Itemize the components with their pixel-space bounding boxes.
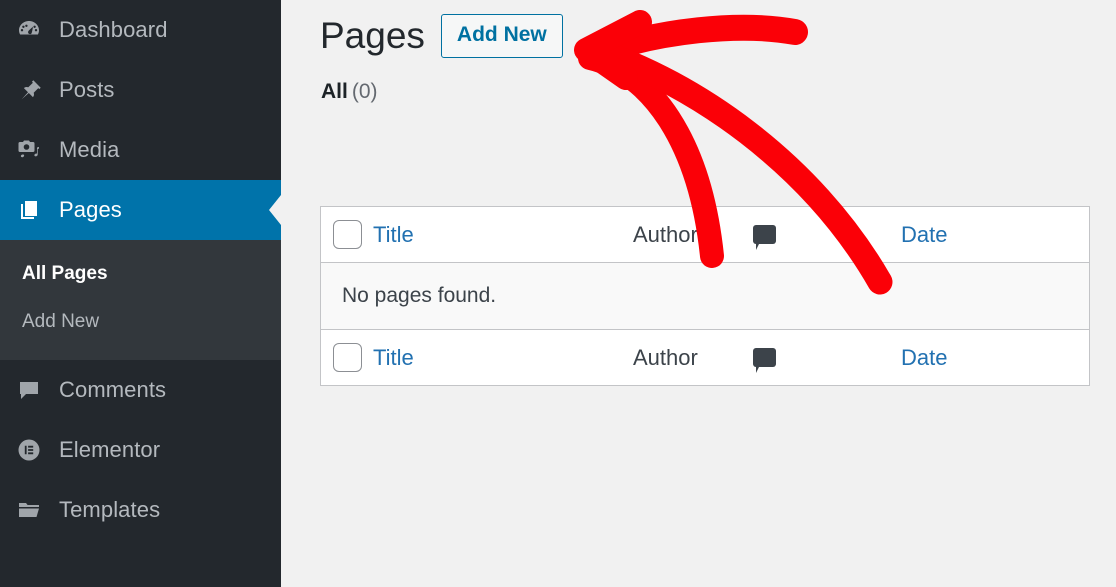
column-footer-author[interactable]: Author xyxy=(633,345,753,371)
sidebar-item-label: Comments xyxy=(59,377,167,402)
submenu-item-add-new[interactable]: Add New xyxy=(0,298,281,346)
select-all-checkbox-cell xyxy=(321,220,373,249)
sidebar-item-dashboard[interactable]: Dashboard xyxy=(0,0,281,60)
admin-sidebar: Dashboard Posts Media Pages All Pages Ad… xyxy=(0,0,281,587)
pushpin-icon xyxy=(17,78,41,102)
column-footer-comments[interactable] xyxy=(753,348,901,373)
folder-icon xyxy=(17,498,41,522)
table-footer-row: Title Author Date xyxy=(321,329,1089,385)
add-new-button[interactable]: Add New xyxy=(440,14,563,59)
column-header-date[interactable]: Date xyxy=(901,222,1089,248)
sidebar-item-label: Dashboard xyxy=(59,17,168,42)
sidebar-item-posts[interactable]: Posts xyxy=(0,60,281,120)
sidebar-item-media[interactable]: Media xyxy=(0,120,281,180)
pages-submenu: All Pages Add New xyxy=(0,240,281,360)
column-footer-title[interactable]: Title xyxy=(373,345,633,371)
table-header-row: Title Author Date xyxy=(321,207,1089,263)
select-all-checkbox-footer[interactable] xyxy=(332,343,362,372)
elementor-logo-icon xyxy=(17,438,41,462)
page-title: Pages xyxy=(320,15,425,56)
active-menu-arrow-icon xyxy=(269,195,281,225)
dashboard-gauge-icon xyxy=(17,18,41,42)
column-header-author[interactable]: Author xyxy=(633,222,753,248)
filter-all[interactable]: All xyxy=(321,80,348,103)
no-results-row: No pages found. xyxy=(321,263,1089,329)
camera-music-icon xyxy=(17,138,41,162)
sidebar-item-label: Pages xyxy=(59,197,122,222)
column-footer-date[interactable]: Date xyxy=(901,345,1089,371)
sidebar-item-comments[interactable]: Comments xyxy=(0,360,281,420)
comment-bubble-icon xyxy=(17,378,41,402)
comment-bubble-icon[interactable] xyxy=(753,225,776,250)
select-all-checkbox[interactable] xyxy=(332,220,362,249)
content-area: Pages Add New All (0) Title Author Date N… xyxy=(281,0,1116,587)
status-filter-list: All (0) xyxy=(281,58,1116,104)
sidebar-item-label: Templates xyxy=(59,497,161,522)
sidebar-item-elementor[interactable]: Elementor xyxy=(0,420,281,480)
column-header-title[interactable]: Title xyxy=(373,222,633,248)
sidebar-item-label: Posts xyxy=(59,77,115,102)
comment-bubble-icon[interactable] xyxy=(753,348,776,373)
pages-list-table: Title Author Date No pages found. Title … xyxy=(320,206,1090,386)
column-header-comments[interactable] xyxy=(753,225,901,250)
select-all-checkbox-footer-cell xyxy=(321,343,373,372)
pages-stack-icon xyxy=(17,198,41,222)
sidebar-item-label: Media xyxy=(59,137,120,162)
sidebar-item-templates[interactable]: Templates xyxy=(0,480,281,540)
page-header: Pages Add New xyxy=(281,0,1116,59)
submenu-item-all-pages[interactable]: All Pages xyxy=(0,250,281,298)
filter-all-count: (0) xyxy=(351,80,378,104)
sidebar-item-pages[interactable]: Pages xyxy=(0,180,281,240)
sidebar-item-label: Elementor xyxy=(59,437,161,462)
